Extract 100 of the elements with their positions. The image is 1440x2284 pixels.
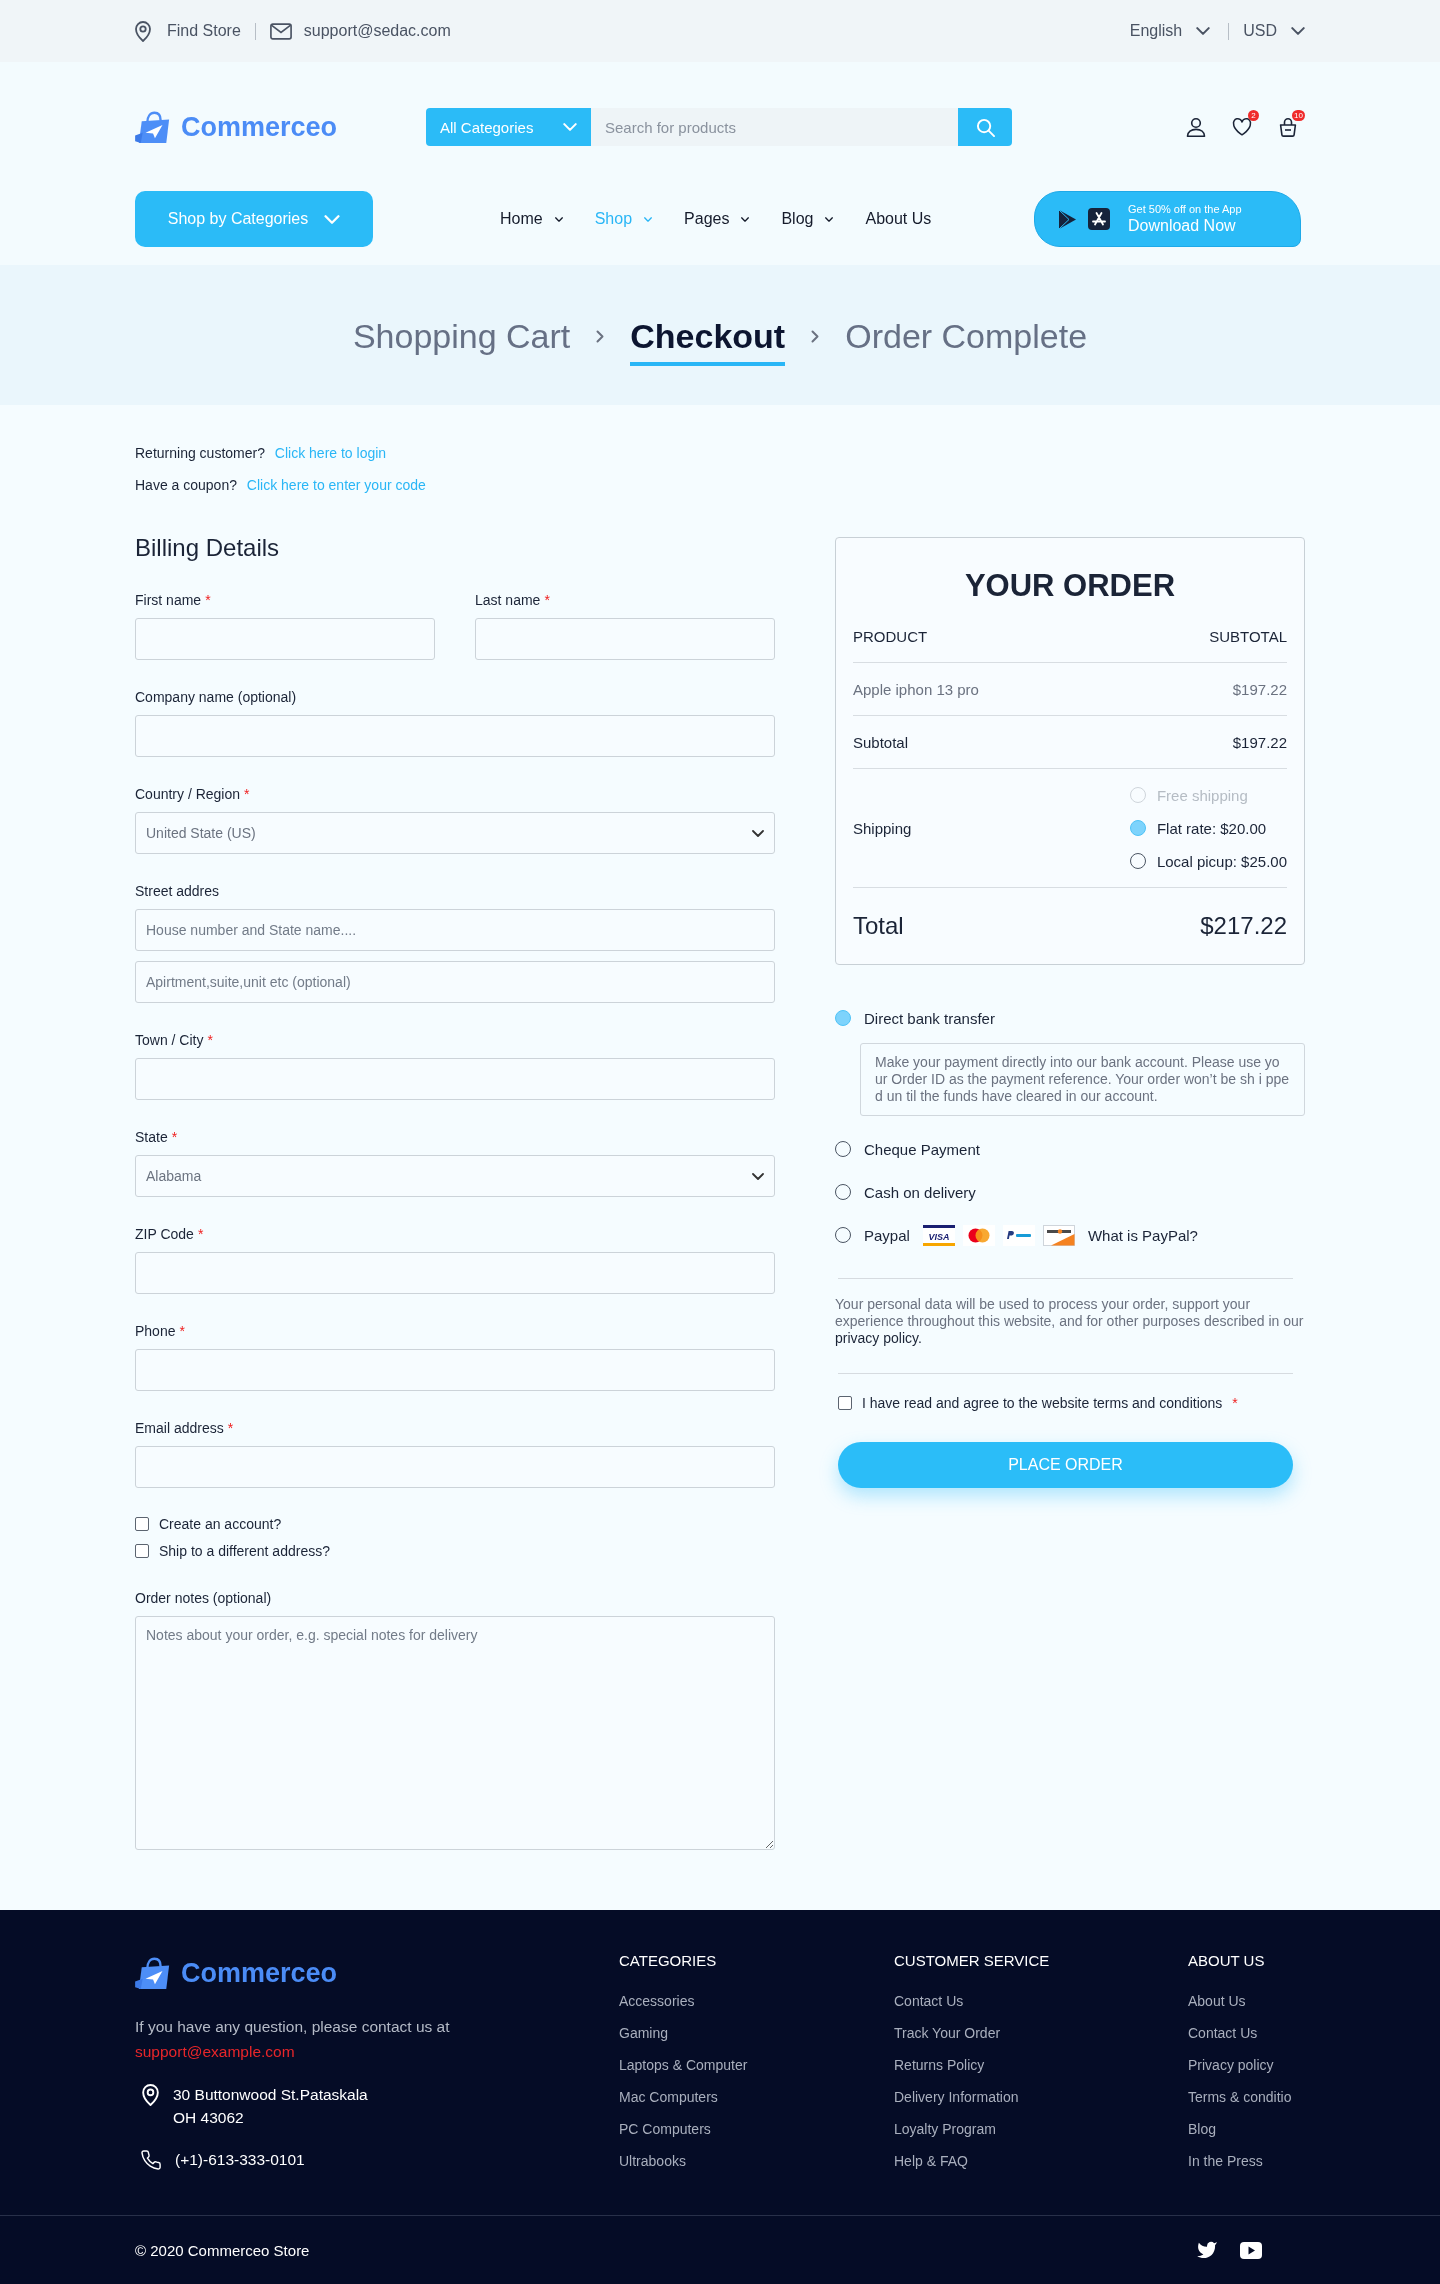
search-field[interactable]: Search for products	[591, 108, 958, 146]
payment-method-label[interactable]: Cash on delivery	[864, 1183, 976, 1201]
currency-selector[interactable]: USD	[1243, 22, 1305, 40]
footer-link[interactable]: Track Your Order	[894, 2024, 1188, 2042]
language-selector[interactable]: English	[1129, 22, 1211, 40]
privacy-notice: Your personal data will be used to process your order, support your experience throughout this website, and for other purposes described in our privacy policy.	[835, 1296, 1305, 1347]
shipping-option-label[interactable]: Local picup: $25.00	[1156, 852, 1287, 870]
contact-text: If you have any question, please contact us at support@example.com	[135, 2017, 451, 2062]
phone-icon	[141, 2149, 161, 2170]
notice-text: Returning customer? Click here to login	[135, 444, 388, 463]
location-pin-icon	[142, 2084, 159, 2106]
required-asterisk: *	[244, 785, 250, 803]
notes-textarea[interactable]: Notes about your order, e.g. special notes for delivery	[135, 1616, 775, 1850]
input-field[interactable]	[135, 1058, 775, 1100]
payment-method-label[interactable]: Paypal	[864, 1226, 910, 1244]
nav-item[interactable]: Blog	[781, 210, 834, 228]
notice-text: Have a coupon? Click here to enter your code	[135, 476, 427, 495]
brand-name[interactable]: Commerceo	[181, 1957, 338, 1989]
shipping-option-label[interactable]: Flat rate: $20.00	[1156, 819, 1267, 837]
input-field[interactable]	[135, 1446, 775, 1488]
footer-link[interactable]: Gaming	[619, 2024, 894, 2042]
footer-link[interactable]: Blog	[1188, 2120, 1305, 2138]
copyright-text: © 2020 Commerceo Store	[135, 2241, 310, 2259]
count-badge: 10	[1292, 110, 1305, 121]
required-asterisk: *	[544, 591, 550, 609]
input-field[interactable]	[135, 715, 775, 757]
radio-button[interactable]	[835, 1010, 851, 1026]
section-heading: Billing Details	[135, 533, 281, 563]
footer-link[interactable]: Privacy policy	[1188, 2056, 1305, 2074]
payment-description: Make your payment directly into our bank account. Please use yo ur Order ID as the payment reference. Your order won’t be sh i ppe d un til the funds have cleared in our account.	[860, 1043, 1305, 1116]
footer-link[interactable]: Mac Computers	[619, 2088, 894, 2106]
play-store-icon	[1059, 209, 1076, 229]
required-asterisk: *	[207, 1031, 213, 1049]
order-title: YOUR ORDER	[963, 568, 1177, 604]
location-pin-icon	[135, 20, 151, 42]
email-link[interactable]: support@sedac.com	[303, 22, 451, 40]
input-field[interactable]: House number and State name....	[135, 909, 775, 951]
bird-icon[interactable]	[1196, 2241, 1218, 2259]
field-label: Last name	[475, 591, 541, 609]
checkbox[interactable]	[135, 1517, 149, 1531]
footer-heading: ABOUT US	[1188, 1952, 1266, 1970]
footer-link[interactable]: Contact Us	[894, 1992, 1188, 2010]
footer-link[interactable]: Terms & conditio	[1188, 2088, 1305, 2106]
find-store-link[interactable]: Find Store	[167, 22, 241, 40]
footer-link[interactable]: PC Computers	[619, 2120, 894, 2138]
field-label: Email address	[135, 1419, 224, 1437]
footer-link[interactable]: Help & FAQ	[894, 2152, 1188, 2170]
column-header: SUBTOTAL	[1209, 628, 1287, 645]
field-label: State	[135, 1128, 168, 1146]
contact-email-link[interactable]: support@example.com	[135, 2043, 295, 2060]
checkbox-label[interactable]: Ship to a different address?	[159, 1543, 330, 1559]
shipping-label: Shipping	[853, 819, 912, 837]
required-asterisk: *	[227, 1419, 234, 1437]
privacy-policy-link[interactable]: privacy policy.	[835, 1330, 922, 1346]
input-field[interactable]	[135, 618, 435, 660]
chevron-right-icon	[811, 329, 820, 343]
dropdown-field[interactable]: United State (US)	[135, 812, 775, 854]
footer-link[interactable]: Contact Us	[1188, 2024, 1305, 2042]
user-icon[interactable]	[1186, 117, 1206, 137]
nav-item[interactable]: About Us	[865, 210, 932, 228]
chevron-down-icon	[752, 1172, 764, 1180]
input-field[interactable]	[135, 1349, 775, 1391]
terms-label[interactable]: I have read and agree to the website terms and conditions	[862, 1395, 1223, 1411]
footer-link[interactable]: Accessories	[619, 1992, 894, 2010]
chevron-down-icon	[752, 829, 764, 837]
shopping-bag-icon[interactable]	[1278, 117, 1298, 137]
total-value: $217.22	[1200, 912, 1287, 940]
breadcrumb-step[interactable]: Shopping Cart	[352, 316, 571, 366]
footer-link[interactable]: Ultrabooks	[619, 2152, 894, 2170]
checkbox[interactable]	[838, 1396, 852, 1410]
nav-item[interactable]: Home	[500, 210, 563, 228]
input-field[interactable]	[135, 1252, 775, 1294]
footer-link[interactable]: Loyalty Program	[894, 2120, 1188, 2138]
chevron-down-icon	[324, 214, 341, 224]
field-label: Order notes (optional)	[135, 1589, 272, 1607]
payment-method-label[interactable]: Cheque Payment	[864, 1140, 980, 1158]
footer-link[interactable]: About Us	[1188, 1992, 1305, 2010]
payment-method-label[interactable]: Direct bank transfer	[864, 1009, 995, 1027]
radio-button[interactable]	[1129, 820, 1146, 836]
input-field[interactable]: Apirtment,suite,unit etc (optional)	[135, 961, 775, 1003]
paypal-info-link[interactable]: What is PayPal?	[1087, 1226, 1198, 1244]
breadcrumb-step[interactable]: Order Complete	[845, 316, 1088, 366]
discover-card-icon	[1042, 1224, 1075, 1246]
heart-icon[interactable]	[1232, 117, 1252, 137]
video-play-icon[interactable]	[1240, 2241, 1262, 2259]
chevron-right-icon	[596, 329, 605, 343]
footer-link[interactable]: Returns Policy	[894, 2056, 1188, 2074]
nav-item[interactable]: Pages	[684, 210, 750, 228]
footer-link[interactable]: In the Press	[1188, 2152, 1305, 2170]
paypal-icon	[1002, 1224, 1035, 1246]
checkbox-label[interactable]: Create an account?	[159, 1516, 282, 1532]
input-field[interactable]	[475, 618, 775, 660]
breadcrumb-step[interactable]: Checkout	[630, 316, 786, 366]
address-text: 30 Buttonwood St.Pataskala OH 43062	[173, 2085, 368, 2128]
footer-link[interactable]: Delivery Information	[894, 2088, 1188, 2106]
checkbox[interactable]	[135, 1544, 149, 1558]
dropdown-field[interactable]: Alabama	[135, 1155, 775, 1197]
footer-link[interactable]: Laptops & Computer	[619, 2056, 894, 2074]
field-label: ZIP Code	[135, 1225, 194, 1243]
chevron-down-icon	[1291, 27, 1305, 35]
